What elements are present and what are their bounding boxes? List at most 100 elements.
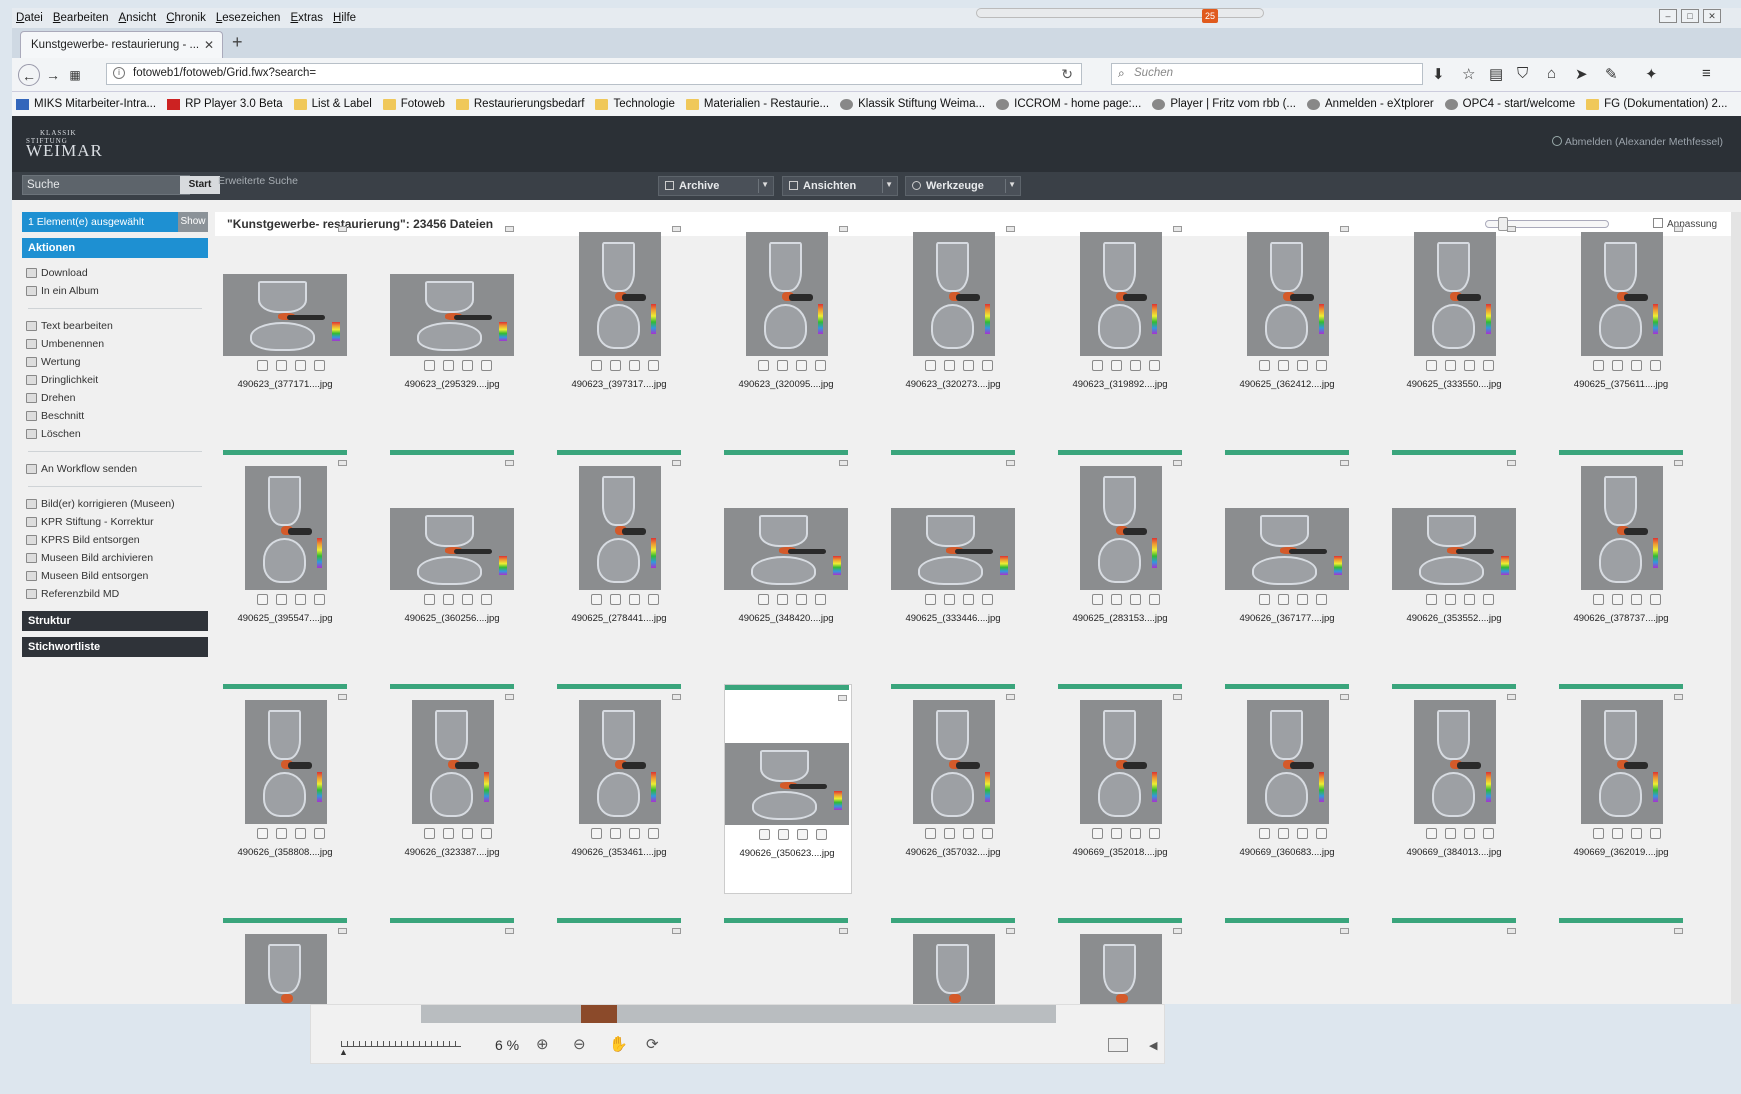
thumbnail-image[interactable]	[1080, 934, 1162, 1004]
select-checkbox[interactable]	[1006, 226, 1015, 232]
select-checkbox[interactable]	[1173, 694, 1182, 700]
new-tab-button[interactable]: +	[232, 32, 243, 53]
lightbulb-icon[interactable]	[424, 828, 435, 839]
action-item[interactable]: An Workflow senden	[26, 460, 204, 478]
lightbulb-icon[interactable]	[1259, 594, 1270, 605]
select-checkbox[interactable]	[505, 460, 514, 466]
pan-hand-icon[interactable]: ✋	[609, 1035, 628, 1053]
bookmark-star-icon[interactable]: ☆	[1462, 65, 1475, 83]
action-item[interactable]: Museen Bild archivieren	[26, 549, 204, 567]
zoom-icon[interactable]	[1130, 360, 1141, 371]
save-icon[interactable]	[610, 360, 621, 371]
select-checkbox[interactable]	[505, 694, 514, 700]
select-checkbox[interactable]	[1006, 694, 1015, 700]
menu-lesezeichen[interactable]: Lesezeichen	[216, 12, 281, 24]
select-checkbox[interactable]	[505, 226, 514, 232]
zoom-icon[interactable]	[1297, 828, 1308, 839]
browser-tab-active[interactable]: Kunstgewerbe- restaurierung - ... ✕	[20, 31, 223, 58]
thumbnail-card[interactable]: 490623_(295329....jpg	[390, 216, 518, 426]
select-checkbox[interactable]	[672, 460, 681, 466]
lightbulb-icon[interactable]	[1593, 594, 1604, 605]
save-icon[interactable]	[1612, 828, 1623, 839]
bookmark-item[interactable]: OPC4 - start/welcome	[1444, 98, 1575, 110]
lightbulb-icon[interactable]	[1426, 828, 1437, 839]
zoom-icon[interactable]	[629, 360, 640, 371]
save-icon[interactable]	[276, 594, 287, 605]
thumbnail-image[interactable]	[724, 508, 848, 590]
thumbnail-image[interactable]	[579, 232, 661, 356]
share-icon[interactable]	[648, 828, 659, 839]
thumbnail-image[interactable]	[1414, 700, 1496, 824]
save-icon[interactable]	[1111, 360, 1122, 371]
thumbnail-card[interactable]: 490623_(320095....jpg	[724, 216, 852, 426]
action-item[interactable]: Wertung	[26, 353, 204, 371]
action-item[interactable]: Beschnitt	[26, 407, 204, 425]
share-icon[interactable]	[648, 360, 659, 371]
share-icon[interactable]	[1149, 828, 1160, 839]
share-icon[interactable]	[314, 360, 325, 371]
select-checkbox[interactable]	[672, 694, 681, 700]
share-icon[interactable]	[481, 360, 492, 371]
lightbulb-icon[interactable]	[1092, 360, 1103, 371]
reload-icon[interactable]: ↻	[1061, 66, 1073, 83]
search-start-button[interactable]: Start	[180, 176, 220, 194]
thumbnail-image[interactable]	[1581, 232, 1663, 356]
thumbnail-card[interactable]: 490623_(319892....jpg	[1058, 216, 1186, 426]
zoom-out-icon[interactable]: ⊖	[573, 1035, 586, 1053]
zoom-icon[interactable]	[1631, 828, 1642, 839]
thumbnail-card[interactable]: 490626_(323387....jpg	[390, 684, 518, 894]
thumbnail-card[interactable]	[891, 918, 1019, 1004]
thumbnail-image[interactable]	[579, 700, 661, 824]
archive-menu[interactable]: Archive ▼	[658, 176, 774, 196]
share-icon[interactable]	[815, 360, 826, 371]
show-selection-button[interactable]: Show	[178, 212, 208, 232]
zoom-icon[interactable]	[295, 828, 306, 839]
maximize-button[interactable]: □	[1681, 9, 1699, 23]
share-icon[interactable]	[816, 829, 827, 840]
vertical-scrollbar[interactable]	[1731, 212, 1741, 1004]
info-icon[interactable]: i	[113, 67, 125, 79]
bookmark-item[interactable]: Technologie	[595, 98, 675, 110]
save-icon[interactable]	[610, 594, 621, 605]
save-icon[interactable]	[1612, 360, 1623, 371]
lightbulb-icon[interactable]	[925, 828, 936, 839]
rotate-icon[interactable]: ⟳	[646, 1035, 659, 1053]
action-item[interactable]: Löschen	[26, 425, 204, 443]
action-item[interactable]: Umbenennen	[26, 335, 204, 353]
save-icon[interactable]	[1445, 594, 1456, 605]
share-icon[interactable]	[982, 360, 993, 371]
save-icon[interactable]	[276, 360, 287, 371]
thumbnail-card[interactable]: 490625_(333446....jpg	[891, 450, 1019, 660]
thumbnail-card[interactable]: 490626_(367177....jpg	[1225, 450, 1353, 660]
save-icon[interactable]	[944, 828, 955, 839]
lightbulb-icon[interactable]	[591, 828, 602, 839]
save-icon[interactable]	[777, 360, 788, 371]
tools-icon[interactable]: ✎	[1605, 65, 1618, 83]
action-item[interactable]: Text bearbeiten	[26, 317, 204, 335]
select-checkbox[interactable]	[1173, 226, 1182, 232]
lightbulb-icon[interactable]	[257, 360, 268, 371]
actions-panel-header[interactable]: Aktionen	[22, 238, 208, 258]
lightbulb-icon[interactable]	[257, 828, 268, 839]
lightbulb-icon[interactable]	[1426, 594, 1437, 605]
zoom-icon[interactable]	[462, 594, 473, 605]
thumbnail-card[interactable]: 490625_(348420....jpg	[724, 450, 852, 660]
save-icon[interactable]	[1445, 828, 1456, 839]
select-checkbox[interactable]	[1340, 928, 1349, 934]
zoom-icon[interactable]	[796, 360, 807, 371]
thumbnail-image[interactable]	[1247, 232, 1329, 356]
lightbulb-icon[interactable]	[925, 594, 936, 605]
advanced-search-link[interactable]: Erweiterte Suche	[218, 175, 298, 187]
close-window-button[interactable]: ✕	[1703, 9, 1721, 23]
select-checkbox[interactable]	[338, 928, 347, 934]
save-icon[interactable]	[1111, 828, 1122, 839]
zoom-icon[interactable]	[1297, 594, 1308, 605]
share-icon[interactable]	[1316, 828, 1327, 839]
lightbulb-icon[interactable]	[1092, 828, 1103, 839]
bookmark-item[interactable]: Player | Fritz vom rbb (...	[1152, 98, 1296, 110]
klassik-stiftung-logo[interactable]: KLASSIK STIFTUNG WEIMAR	[26, 129, 103, 161]
structure-panel-header[interactable]: Struktur	[22, 611, 208, 631]
thumbnail-card[interactable]: 490625_(375611....jpg	[1559, 216, 1687, 426]
menu-bearbeiten[interactable]: Bearbeiten	[53, 12, 109, 24]
save-icon[interactable]	[1111, 594, 1122, 605]
